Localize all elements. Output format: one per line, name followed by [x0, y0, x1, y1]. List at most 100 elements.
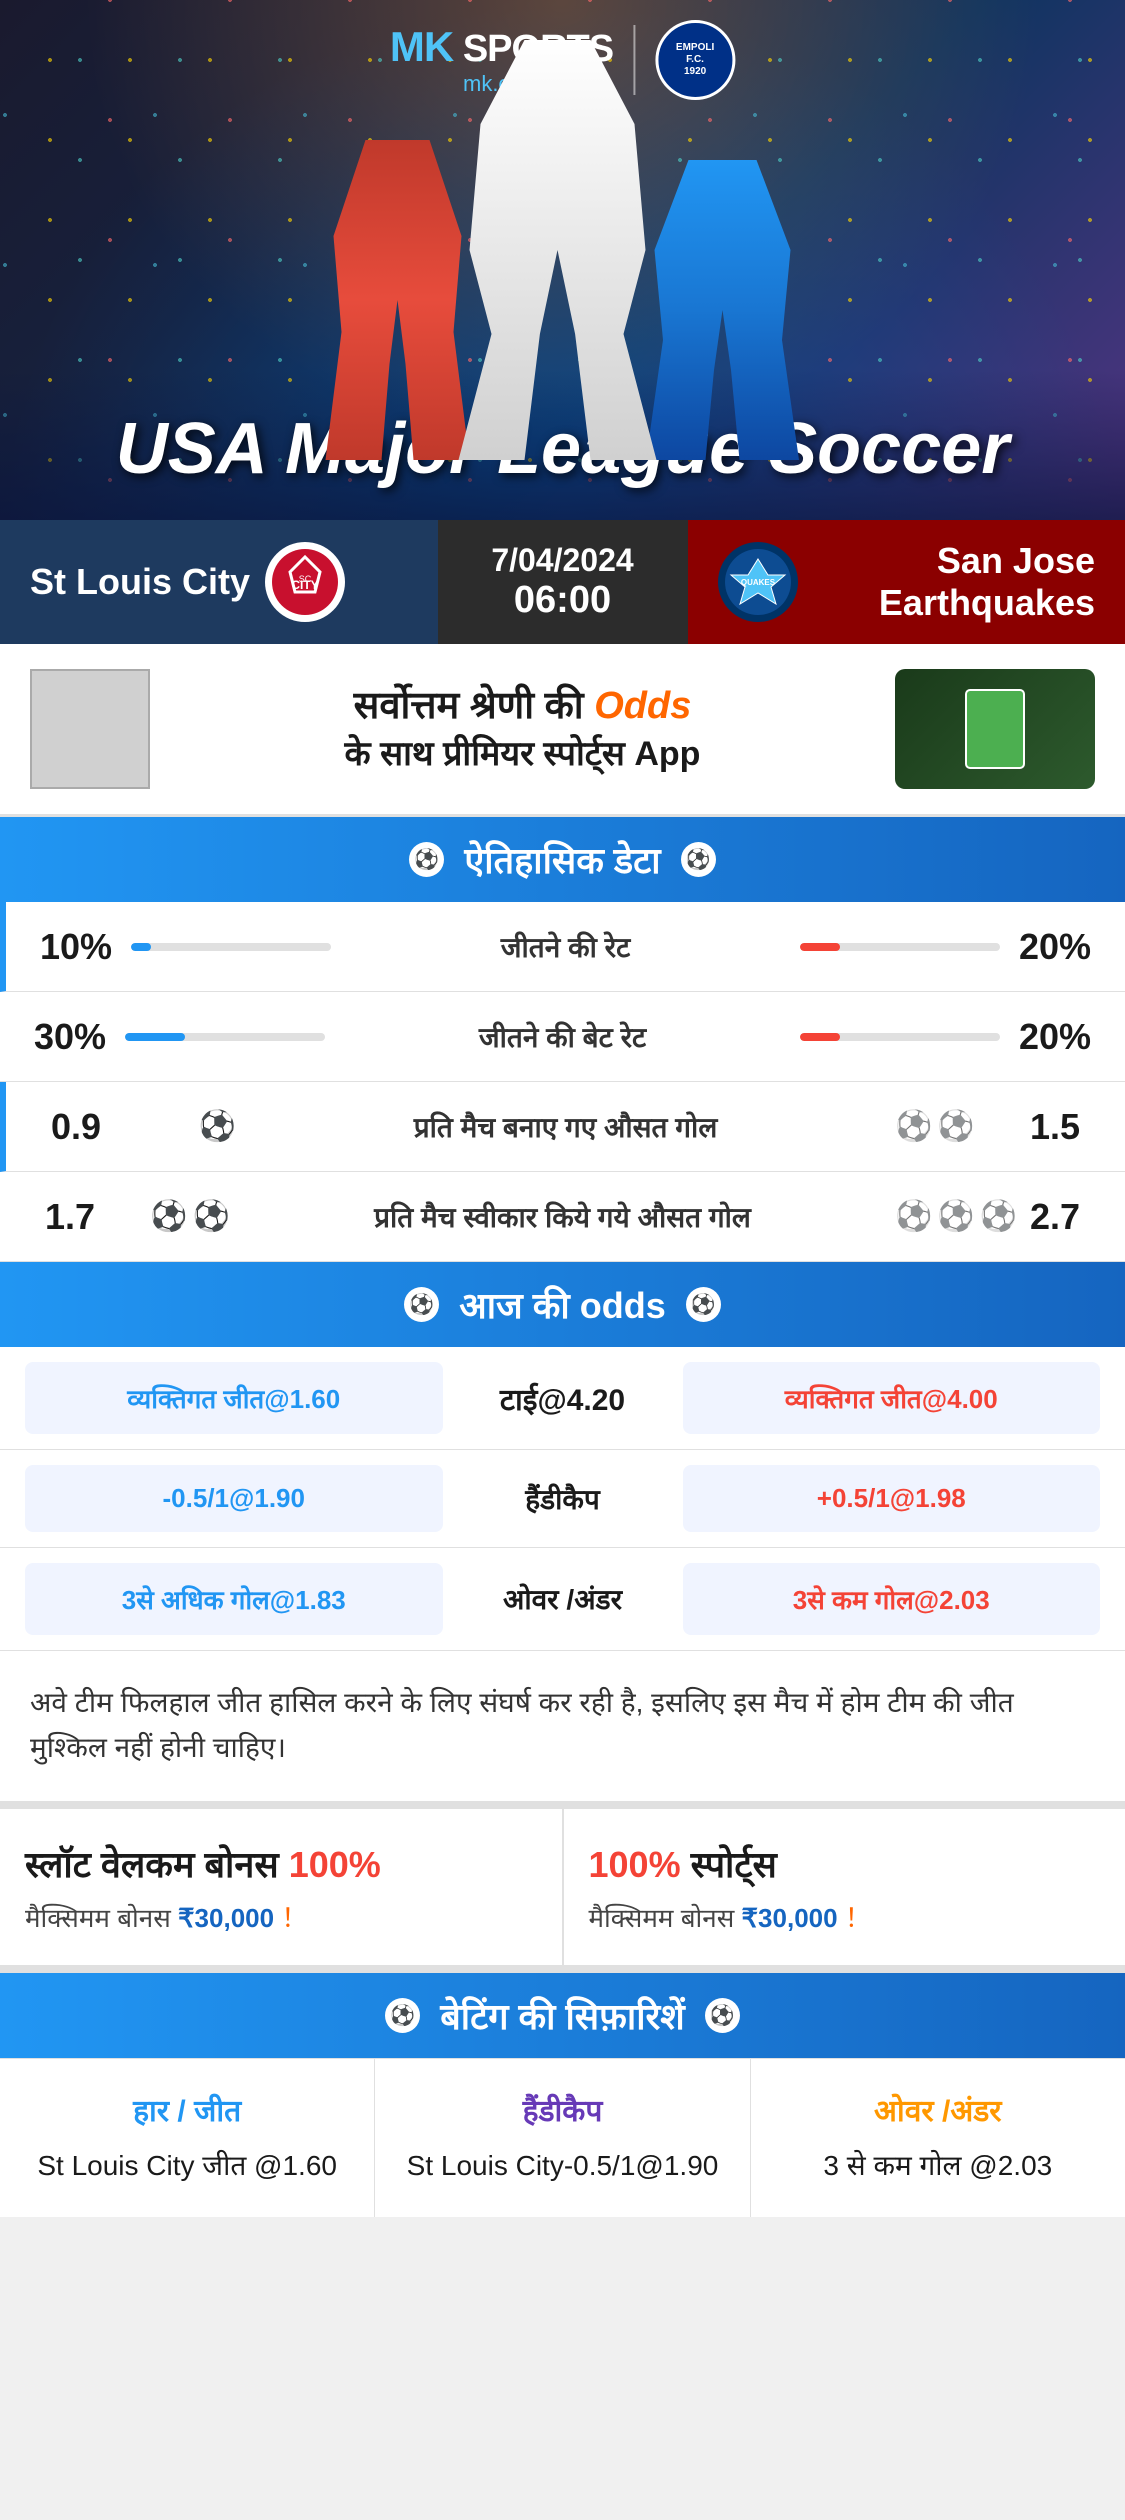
reco-handicap-label: हैंडीकैप: [395, 2089, 729, 2130]
odds-handicap-label: हैंडीकैप: [463, 1480, 663, 1518]
ball-icon-right-1: ⚽: [895, 1109, 932, 1144]
ball-icon-left-2: ⚽: [193, 1199, 230, 1234]
historical-section: ⚽ ऐतिहासिक डेटा ⚽ 10% जीतने की रेट 20% 3…: [0, 817, 1125, 1262]
bonus-sports-title-text: स्पोर्ट्स: [691, 1844, 777, 1885]
promo-odds-word: Odds: [594, 685, 691, 727]
app-screen-visual: [965, 689, 1025, 769]
odds-home-win-btn[interactable]: व्यक्तिगत जीत@1.60: [25, 1362, 443, 1434]
odds-soccer-icon-right: ⚽: [686, 1287, 721, 1322]
bonus-sports-sub: मैक्सिमम बोनस ₹30,000 ！: [589, 1898, 1101, 1935]
goals-conceded-left-val: 1.7: [30, 1196, 110, 1238]
win-rate-bar-right: [800, 943, 1000, 951]
bonus-sports-title: 100% स्पोर्ट्स: [589, 1839, 1101, 1888]
odds-row-ou: 3से अधिक गोल@1.83 ओवर /अंडर 3से कम गोल@2…: [0, 1548, 1125, 1651]
reco-soccer-icon-right: ⚽: [705, 1998, 740, 2033]
ball-icon-1: ⚽: [199, 1109, 236, 1144]
reco-row: हार / जीत St Louis City जीत @1.60 हैंडीक…: [0, 2058, 1125, 2217]
home-team-name: St Louis City: [30, 561, 250, 603]
bonus-sports-percent: 100%: [589, 1844, 681, 1885]
win-rate-left-val: 10%: [36, 926, 116, 968]
historical-title: ऐतिहासिक डेटा: [464, 835, 660, 884]
bonus-card-sports[interactable]: 100% स्पोर्ट्स मैक्सिमम बोनस ₹30,000 ！: [564, 1809, 1125, 1965]
ball-icon-rr-1: ⚽: [895, 1199, 932, 1234]
stl-logo-svg: CITY SC: [270, 547, 340, 617]
goals-conceded-icons-left: ⚽ ⚽: [110, 1199, 230, 1234]
goals-scored-left-val: 0.9: [36, 1106, 116, 1148]
bonus-slots-amount: ₹30,000: [178, 1903, 274, 1933]
stat-row-goals-scored: 0.9 ⚽ प्रति मैच बनाए गए औसत गोल ⚽ ⚽ 1.5: [0, 1082, 1125, 1172]
reco-col-winloss: हार / जीत St Louis City जीत @1.60: [0, 2059, 375, 2217]
ball-icon-left-1: ⚽: [150, 1199, 187, 1234]
goals-scored-icons-right: ⚽ ⚽: [895, 1109, 1015, 1144]
win-rate-label: जीतने की रेट: [346, 928, 785, 966]
goals-scored-icons-left: ⚽: [116, 1109, 236, 1144]
away-team-logo: QUAKES: [718, 542, 798, 622]
odds-away-handicap-btn[interactable]: +0.5/1@1.98: [683, 1465, 1101, 1532]
win-rate-fill-left: [131, 943, 151, 951]
ball-icon-rr-2: ⚽: [937, 1199, 974, 1234]
bonus-sports-exclaim: ！: [845, 1903, 871, 1933]
analysis-text: अवे टीम फिलहाल जीत हासिल करने के लिए संघ…: [30, 1681, 1095, 1771]
svg-text:QUAKES: QUAKES: [740, 578, 775, 587]
promo-headline: सर्वोत्तम श्रेणी की Odds: [170, 682, 875, 731]
bet-rate-right-val: 20%: [1015, 1016, 1095, 1058]
svg-text:SC: SC: [299, 574, 312, 584]
odds-section: ⚽ आज की odds ⚽ व्यक्तिगत जीत@1.60 टाई@4.…: [0, 1262, 1125, 1651]
bonus-slots-exclaim: ！: [281, 1903, 307, 1933]
odds-home-handicap-btn[interactable]: -0.5/1@1.90: [25, 1465, 443, 1532]
promo-banner[interactable]: सर्वोत्तम श्रेणी की Odds के साथ प्रीमियर…: [0, 644, 1125, 817]
soccer-icon-left: ⚽: [409, 842, 444, 877]
home-team-section: St Louis City CITY SC: [0, 520, 438, 644]
win-rate-bar-left: [131, 943, 331, 951]
reco-ou-value: 3 से कम गोल @2.03: [771, 2145, 1105, 2187]
betting-reco-header: ⚽ बेटिंग की सिफ़ारिशें ⚽: [0, 1973, 1125, 2058]
odds-row-win: व्यक्तिगत जीत@1.60 टाई@4.20 व्यक्तिगत जी…: [0, 1347, 1125, 1450]
goals-conceded-right-val: 2.7: [1015, 1196, 1095, 1238]
odds-under-btn[interactable]: 3से कम गोल@2.03: [683, 1563, 1101, 1635]
odds-soccer-icon-left: ⚽: [404, 1287, 439, 1322]
goals-scored-label: प्रति मैच बनाए गए औसत गोल: [236, 1108, 895, 1146]
bet-rate-bar-left: [125, 1033, 325, 1041]
bet-rate-bar-right: [800, 1033, 1000, 1041]
promo-text: सर्वोत्तम श्रेणी की Odds के साथ प्रीमियर…: [170, 682, 875, 776]
reco-col-ou: ओवर /अंडर 3 से कम गोल @2.03: [751, 2059, 1125, 2217]
bet-rate-fill-right: [800, 1033, 840, 1041]
analysis-section: अवे टीम फिलहाल जीत हासिल करने के लिए संघ…: [0, 1651, 1125, 1809]
ball-icon-rr-3: ⚽: [980, 1199, 1017, 1234]
odds-title: आज की odds: [459, 1280, 665, 1329]
historical-header: ⚽ ऐतिहासिक डेटा ⚽: [0, 817, 1125, 902]
reco-col-handicap: हैंडीकैप St Louis City-0.5/1@1.90: [375, 2059, 750, 2217]
promo-image-placeholder: [30, 669, 150, 789]
bonus-sports-sub-text: मैक्सिमम बोनस: [589, 1903, 735, 1933]
promo-headline-pre: सर्वोत्तम श्रेणी की: [354, 685, 584, 727]
odds-away-win-btn[interactable]: व्यक्तिगत जीत@4.00: [683, 1362, 1101, 1434]
stat-row-goals-conceded: 1.7 ⚽ ⚽ प्रति मैच स्वीकार किये गये औसत ग…: [0, 1172, 1125, 1262]
bonus-section[interactable]: स्लॉट वेलकम बोनस 100% मैक्सिमम बोनस ₹30,…: [0, 1809, 1125, 1973]
away-team-section: QUAKES San Jose Earthquakes: [688, 520, 1125, 644]
bonus-slots-sub: मैक्सिमम बोनस ₹30,000 ！: [25, 1898, 537, 1935]
bonus-slots-title: स्लॉट वेलकम बोनस 100%: [25, 1839, 537, 1888]
stat-row-bet-rate: 30% जीतने की बेट रेट 20%: [0, 992, 1125, 1082]
bonus-slots-title-text: स्लॉट वेलकम बोनस: [25, 1844, 279, 1885]
goals-conceded-icons-right: ⚽ ⚽ ⚽: [895, 1199, 1015, 1234]
stat-row-win-rate: 10% जीतने की रेट 20%: [0, 902, 1125, 992]
match-bar: St Louis City CITY SC 7/04/2024 06:00 QU…: [0, 520, 1125, 644]
bonus-sports-amount: ₹30,000: [742, 1903, 838, 1933]
reco-winloss-value: St Louis City जीत @1.60: [20, 2145, 354, 2187]
sj-logo-svg: QUAKES: [723, 547, 793, 617]
match-date: 7/04/2024: [491, 542, 633, 579]
odds-tie-val: टाई@4.20: [463, 1378, 663, 1419]
league-title: USA Major League Soccer: [116, 408, 1010, 490]
win-rate-right-val: 20%: [1015, 926, 1095, 968]
odds-over-btn[interactable]: 3से अधिक गोल@1.83: [25, 1563, 443, 1635]
home-team-logo: CITY SC: [265, 542, 345, 622]
away-team-name: San Jose Earthquakes: [813, 540, 1096, 624]
reco-ou-label: ओवर /अंडर: [771, 2089, 1105, 2130]
promo-app-mockup: [895, 669, 1095, 789]
win-rate-fill-right: [800, 943, 840, 951]
reco-soccer-icon-left: ⚽: [385, 1998, 420, 2033]
bonus-slots-sub-text: मैक्सिमम बोनस: [25, 1903, 171, 1933]
bonus-card-slots[interactable]: स्लॉट वेलकम बोनस 100% मैक्सिमम बोनस ₹30,…: [0, 1809, 564, 1965]
bet-rate-label: जीतने की बेट रेट: [340, 1018, 785, 1056]
bet-rate-left-val: 30%: [30, 1016, 110, 1058]
